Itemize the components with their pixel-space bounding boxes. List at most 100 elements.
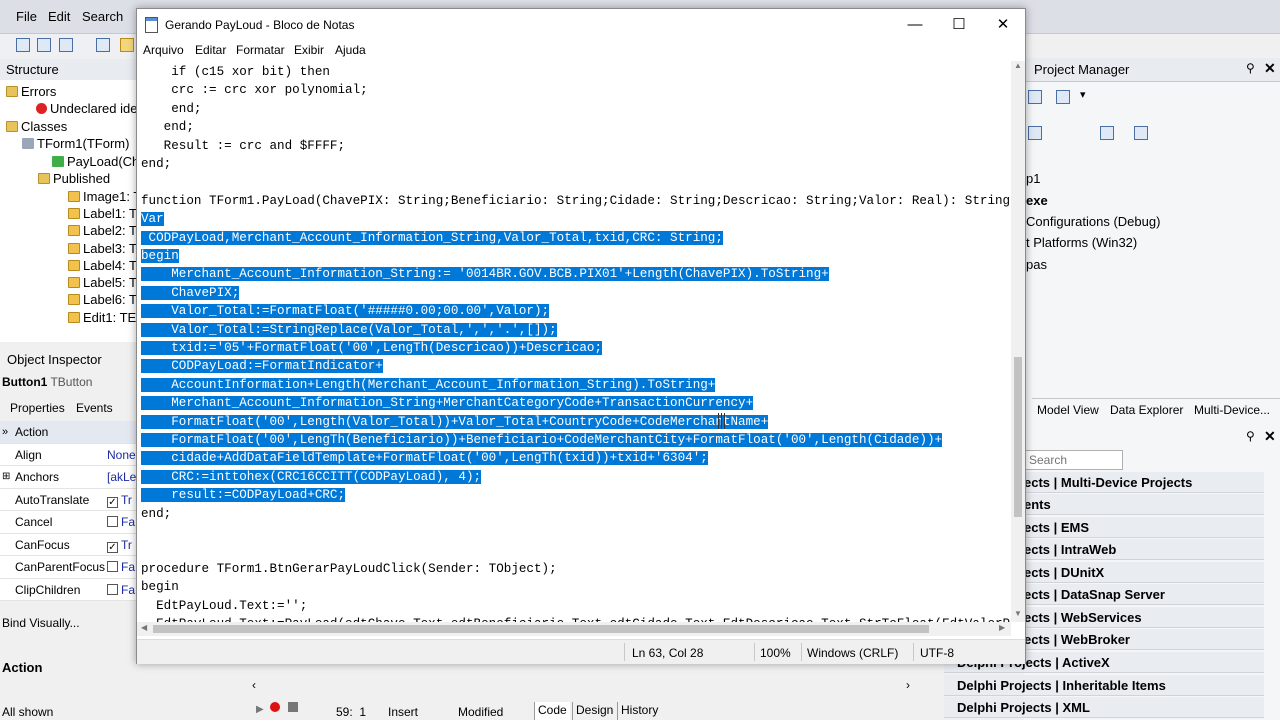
ide-menu-search[interactable]: Search [82,9,123,24]
code-line: Result := crc and $FFFF; [141,138,346,153]
vertical-scroll-thumb[interactable] [1014,357,1022,517]
checkbox-icon[interactable] [107,583,118,595]
tab-history[interactable]: History [617,702,661,720]
code-line: txid:='05'+FormatFloat('00',LengTh(Descr… [141,341,603,355]
tree-payload[interactable]: PayLoad(Ch [52,153,139,170]
scroll-right-icon[interactable]: › [906,678,910,692]
pm-item-pas[interactable]: pas [1026,257,1047,272]
tab-design[interactable]: Design [572,702,616,720]
tab-multi-device[interactable]: Multi-Device... [1194,399,1270,421]
tree-image1[interactable]: Image1: T [68,188,141,205]
field-icon [68,191,80,202]
property-row-clipchildren[interactable]: ClipChildren Fa [0,578,140,601]
scroll-right-icon[interactable]: ▶ [999,623,1005,632]
project-icon[interactable] [96,38,110,52]
tool-palette-search-input[interactable] [1024,450,1123,470]
pm-item-project[interactable]: p1 [1026,171,1040,186]
save-icon[interactable] [59,38,73,52]
tab-properties[interactable]: Properties [10,401,65,415]
tree-undeclared[interactable]: Undeclared ide [36,100,137,117]
vertical-scrollbar[interactable]: ▲ ▼ [1011,61,1025,622]
method-icon [52,156,64,167]
tab-code[interactable]: Code [534,702,570,720]
scroll-left-icon[interactable]: ◀ [141,623,147,632]
code-line: end; [141,506,172,521]
pm-toolbar-icon[interactable] [1028,90,1042,104]
code-line: crc := crc xor polynomial; [141,83,368,98]
close-icon[interactable]: ✕ [1264,60,1276,77]
pm-item-platforms[interactable]: t Platforms (Win32) [1026,235,1137,250]
tree-label6[interactable]: Label6: T [68,291,137,308]
property-row-action[interactable]: » Action [0,421,140,444]
property-row-canparentfocus[interactable]: CanParentFocus Fa [0,556,140,579]
minimize-icon[interactable]: — [893,9,937,41]
property-row-align[interactable]: Align None [0,443,140,466]
menu-editar[interactable]: Editar [195,43,226,57]
project-manager-title: Project Manager [1034,62,1130,77]
tree-label2[interactable]: Label2: T [68,222,137,239]
checkbox-icon[interactable] [107,561,118,572]
record-icon[interactable] [270,702,280,712]
pin-icon[interactable]: ⚲ [1246,61,1255,75]
menu-ajuda[interactable]: Ajuda [335,43,366,57]
scroll-up-icon[interactable]: ▲ [1014,61,1022,70]
palette-item-xml[interactable]: Delphi Projects | XML [944,697,1264,718]
pm-view-icon[interactable] [1056,90,1070,104]
checkbox-checked-icon[interactable]: ✓ [107,496,118,508]
tree-label3[interactable]: Label3: T [68,240,137,257]
component-selector[interactable]: Button1 TButton [2,375,92,389]
ide-menu-edit[interactable]: Edit [48,9,70,24]
scroll-left-icon[interactable]: ‹ [252,678,256,692]
tab-data-explorer[interactable]: Data Explorer [1110,399,1183,421]
code-line: CODPayLoad,Merchant_Account_Information_… [141,230,723,245]
status-zoom: 100% [760,646,791,660]
open-file-icon[interactable] [37,38,51,52]
tree-errors[interactable]: Errors [6,83,56,100]
tree-label5[interactable]: Label5: T [68,274,137,291]
code-line: Merchant_Account_Information_String:= '0… [141,267,829,282]
horizontal-scroll-thumb[interactable] [153,625,929,633]
tree-label1[interactable]: Label1: T [68,205,137,222]
menu-formatar[interactable]: Formatar [236,43,285,57]
property-row-cancel[interactable]: Cancel Fa [0,511,140,534]
pm-item-exe[interactable]: exe [1026,193,1048,208]
palette-item-inheritable[interactable]: Delphi Projects | Inheritable Items [944,675,1264,696]
chevron-down-icon[interactable]: ▾ [1080,88,1086,101]
checkbox-checked-icon[interactable]: ✓ [107,541,118,553]
pm-sort-icon[interactable] [1028,126,1042,140]
play-icon[interactable]: ▶ [256,704,264,715]
tree-classes[interactable]: Classes [6,118,67,135]
folder-icon[interactable] [120,38,134,52]
notepad-text-area[interactable]: if (c15 xor bit) then crc := crc xor pol… [137,61,1011,622]
pm-sync-icon[interactable] [1134,126,1148,140]
close-icon[interactable]: ✕ [981,9,1025,41]
plus-icon: ⊞ [2,471,11,482]
new-file-icon[interactable] [16,38,30,52]
code-line: FormatFloat('00',Length(Valor_Total))+Va… [141,414,769,429]
scroll-down-icon[interactable]: ▼ [1014,609,1022,618]
close-icon[interactable]: ✕ [1264,428,1276,445]
tree-edit1[interactable]: Edit1: TE [68,309,136,326]
tree-tform1[interactable]: TForm1(TForm) [22,135,129,152]
pm-build-icon[interactable] [1100,126,1114,140]
menu-arquivo[interactable]: Arquivo [143,43,184,57]
notepad-titlebar[interactable]: Gerando PayLoud - Bloco de Notas — ☐ ✕ [137,9,1025,41]
code-line: EdtPayLoud.Text:=PayLoad(edtChave.Text,e… [141,615,1010,622]
tree-label4[interactable]: Label4: T [68,257,137,274]
checkbox-icon[interactable] [107,516,118,527]
tab-model-view[interactable]: Model View [1037,399,1099,421]
menu-exibir[interactable]: Exibir [294,43,324,57]
ide-menu-file[interactable]: File [16,9,37,24]
maximize-icon[interactable]: ☐ [937,9,981,41]
tree-published[interactable]: Published [38,170,110,187]
property-row-anchors[interactable]: ⊞ Anchors [akLe [0,466,140,489]
pm-item-configurations[interactable]: Configurations (Debug) [1026,214,1160,229]
tab-events[interactable]: Events [76,401,113,415]
pin-icon[interactable]: ⚲ [1246,429,1255,443]
property-row-canfocus[interactable]: CanFocus ✓ Tr [0,533,140,556]
horizontal-scrollbar[interactable]: ◀ ▶ [137,622,1011,636]
field-icon [68,260,80,271]
property-row-autotranslate[interactable]: AutoTranslate ✓ Tr [0,488,140,511]
bind-visually-link[interactable]: Bind Visually... [2,616,80,630]
stop-icon[interactable] [288,702,298,712]
